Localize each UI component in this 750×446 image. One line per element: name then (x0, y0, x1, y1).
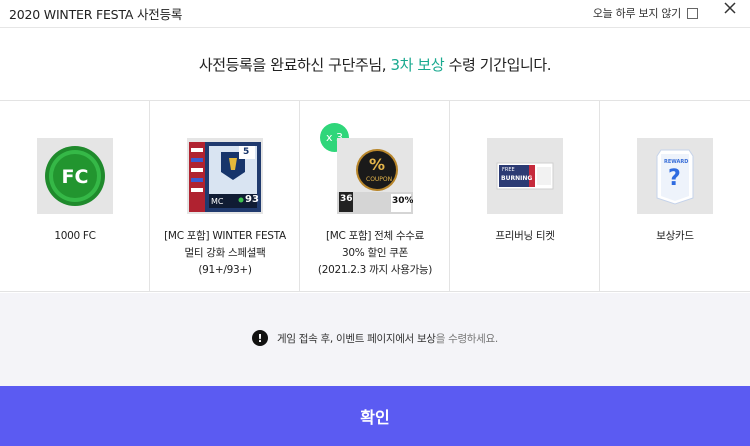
reward-label-line: 1000 FC (54, 230, 96, 242)
coupon-percent-text: 30% (392, 196, 413, 206)
headline-prefix: 사전등록을 완료하신 구단주님, (198, 55, 387, 74)
reward-card-icon: REWARD ? (637, 138, 713, 214)
reward-label-line: 보상카드 (656, 230, 694, 242)
headline: 사전등록을 완료하신 구단주님, 3차 보상 수령 기간입니다. (0, 28, 750, 100)
reward-label-line: [MC 포함] WINTER FESTA (164, 230, 286, 242)
reward-label-line: 프리버닝 티켓 (495, 230, 555, 242)
reward-item-reward-card: REWARD ? 보상카드 (600, 101, 750, 291)
notice-area: ! 게임 접속 후, 이벤트 페이지에서 보상을 수령하세요. (0, 293, 750, 386)
player-pack-icon: 5 93 MC (187, 138, 263, 214)
coupon-days-text: 36 (340, 194, 353, 204)
reward-label-line: 멀티 강화 스페셜팩 (184, 247, 266, 259)
title-bar: 2020 WINTER FESTA 사전등록 오늘 하루 보지 않기 (0, 0, 750, 28)
notice-text: 게임 접속 후, 이벤트 페이지에서 보상을 수령하세요. (277, 331, 498, 346)
pack-position-text: MC (211, 197, 224, 206)
svg-text:FC: FC (62, 166, 89, 188)
reward-item-special-pack: 5 93 MC [MC 포함] WINTER FESTA 멀티 강화 스페셜팩 … (150, 101, 300, 291)
popup-title: 2020 WINTER FESTA 사전등록 (9, 7, 183, 22)
reward-label: [MC 포함] 전체 수수료 30% 할인 쿠폰 (2021.2.3 까지 사용… (300, 228, 450, 279)
notice-text-main: 게임 접속 후, 이벤트 페이지에서 보상 (277, 332, 436, 345)
ticket-free-text: FREE (502, 167, 515, 173)
close-icon[interactable] (720, 0, 740, 20)
reward-label: 프리버닝 티켓 (450, 228, 600, 245)
reward-card-title-text: REWARD (664, 159, 689, 165)
coupon-icon: % COUPON 36 30% (337, 138, 413, 214)
notice-text-muted: 을 수령하세요. (435, 332, 499, 345)
reward-label-line: (2021.2.3 까지 사용가능) (317, 264, 433, 276)
reward-label-line: (91+/93+) (198, 264, 252, 276)
reward-item-coupon: x 3 % COUPON 36 30% [MC 포함] 전체 수수료 30% 할… (300, 101, 450, 291)
reward-label: 보상카드 (600, 228, 750, 245)
reward-item-burning-ticket: FREE BURNING 프리버닝 티켓 (450, 101, 600, 291)
fc-coin-icon: FC (37, 138, 113, 214)
reward-label-line: [MC 포함] 전체 수수료 (325, 230, 425, 242)
dont-show-today-checkbox[interactable] (687, 7, 698, 19)
coupon-percent-sign: % (369, 155, 386, 174)
headline-suffix: 수령 기간입니다. (448, 55, 552, 74)
reward-item-fc: FC 1000 FC (0, 101, 150, 291)
headline-accent: 3차 보상 (390, 55, 445, 74)
reward-label-line: 30% 할인 쿠폰 (342, 247, 408, 259)
pack-ovr-text: 93 (245, 194, 259, 205)
dont-show-today-label[interactable]: 오늘 하루 보지 않기 (593, 5, 681, 21)
reward-label: 1000 FC (0, 228, 150, 245)
confirm-button[interactable]: 확인 (0, 386, 750, 446)
reward-card-mark: ? (668, 166, 681, 191)
reward-label: [MC 포함] WINTER FESTA 멀티 강화 스페셜팩 (91+/93+… (150, 228, 300, 279)
coupon-word: COUPON (366, 176, 393, 183)
pack-level-text: 5 (243, 147, 250, 157)
dont-show-today-toggle[interactable]: 오늘 하루 보지 않기 (593, 5, 698, 21)
reward-list: FC 1000 FC 5 93 MC [MC 포함] WINTER FESTA … (0, 100, 750, 292)
exclamation-icon: ! (252, 330, 269, 346)
ticket-burning-text: BURNING (501, 175, 533, 182)
notice: ! 게임 접속 후, 이벤트 페이지에서 보상을 수령하세요. (0, 330, 750, 346)
burning-ticket-icon: FREE BURNING (487, 138, 563, 214)
